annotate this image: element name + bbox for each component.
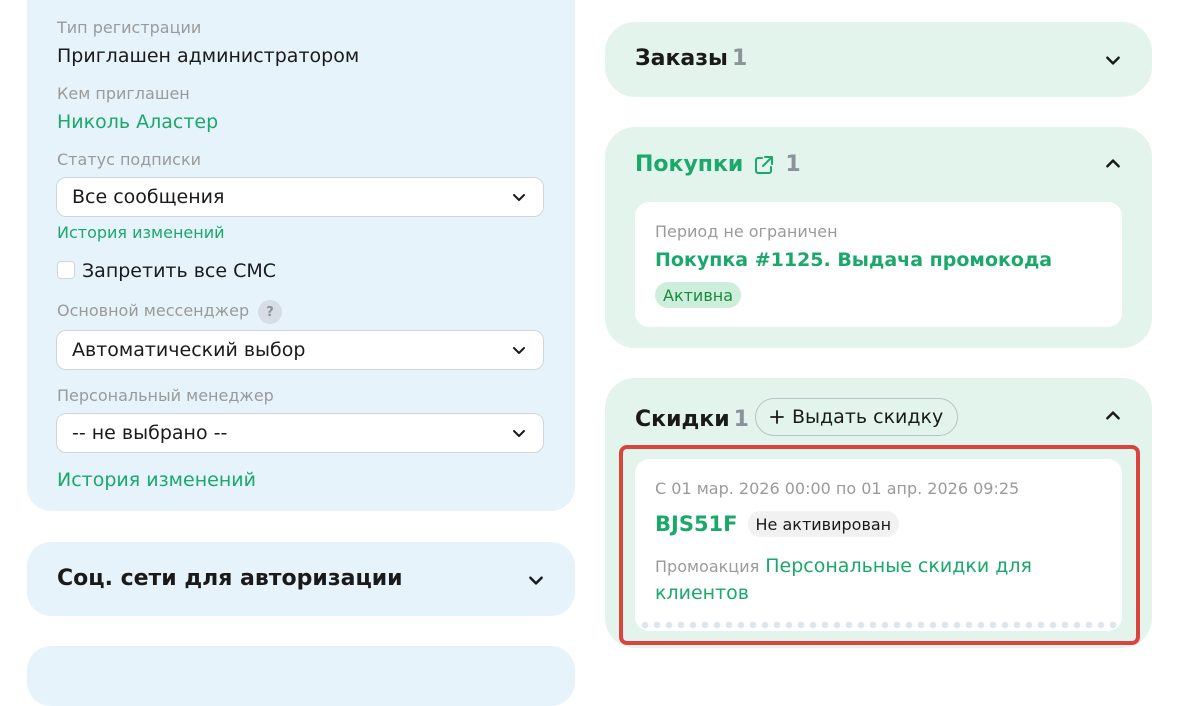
- subscription-select[interactable]: Все сообщения: [56, 177, 544, 217]
- ban-sms-label: Запретить все СМС: [82, 260, 277, 282]
- discounts-title-text: Скидки: [635, 407, 730, 432]
- orders-section[interactable]: Заказы 1: [605, 22, 1152, 97]
- purchases-section: Покупки 1 Период не ограничен Покупка #1…: [605, 127, 1152, 348]
- reg-type-value: Приглашен администратором: [57, 45, 360, 67]
- chevron-down-icon: [513, 347, 525, 354]
- ban-sms-checkbox[interactable]: [57, 261, 75, 279]
- social-title: Соц. сети для авторизации: [57, 566, 403, 591]
- subscription-label: Статус подписки: [57, 150, 201, 169]
- manager-select[interactable]: -- не выбрано --: [56, 413, 544, 453]
- history-link-subscription[interactable]: История изменений: [57, 223, 225, 242]
- messenger-select[interactable]: Автоматический выбор: [56, 330, 544, 370]
- purchase-item[interactable]: Период не ограничен Покупка #1125. Выдач…: [635, 202, 1122, 327]
- social-section[interactable]: Соц. сети для авторизации: [27, 542, 575, 616]
- add-discount-button[interactable]: Выдать скидку: [755, 398, 959, 436]
- orders-title: Заказы 1: [635, 46, 747, 71]
- messenger-label: Основной мессенджер: [57, 301, 250, 320]
- subscription-select-value: Все сообщения: [72, 186, 225, 208]
- next-section-card: [27, 646, 575, 706]
- status-badge: Активна: [655, 282, 742, 308]
- orders-count: 1: [731, 46, 748, 71]
- discounts-title: Скидки 1: [635, 407, 749, 432]
- help-icon[interactable]: ?: [258, 300, 282, 324]
- invited-by-label: Кем приглашен: [57, 84, 190, 103]
- manager-label: Персональный менеджер: [57, 386, 274, 405]
- purchases-title-text: Покупки: [635, 152, 744, 177]
- purchases-count: 1: [785, 152, 801, 177]
- chevron-down-icon[interactable]: [1104, 51, 1122, 69]
- reg-type-label: Тип регистрации: [57, 18, 202, 37]
- chevron-down-icon: [513, 430, 525, 437]
- chevron-up-icon[interactable]: [1104, 155, 1122, 173]
- plus-icon: [770, 410, 784, 424]
- manager-select-value: -- не выбрано --: [72, 422, 228, 444]
- external-link-icon[interactable]: [753, 154, 775, 176]
- chevron-down-icon: [513, 194, 525, 201]
- orders-title-text: Заказы: [635, 46, 728, 71]
- chevron-down-icon[interactable]: [527, 571, 545, 589]
- discounts-count: 1: [733, 407, 749, 432]
- purchase-period: Период не ограничен: [655, 222, 838, 241]
- chevron-up-icon[interactable]: [1104, 407, 1122, 425]
- highlight-box: [619, 445, 1140, 645]
- purchases-title[interactable]: Покупки 1: [635, 152, 801, 177]
- messenger-select-value: Автоматический выбор: [72, 339, 306, 361]
- invited-by-link[interactable]: Николь Аластер: [57, 111, 218, 133]
- purchase-name-link[interactable]: Покупка #1125. Выдача промокода: [655, 249, 1052, 271]
- history-link-manager[interactable]: История изменений: [57, 469, 256, 491]
- add-discount-label: Выдать скидку: [792, 406, 944, 428]
